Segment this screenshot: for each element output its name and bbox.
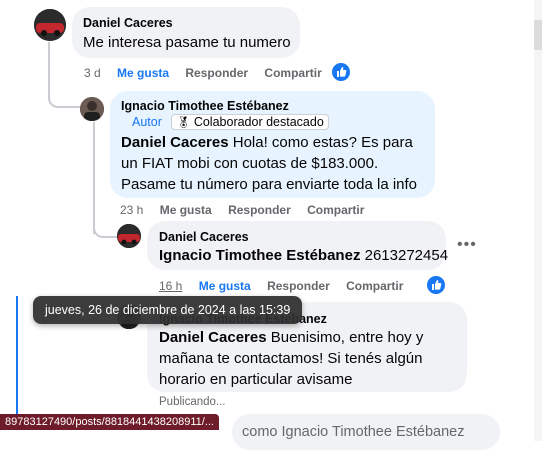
reply-input-placeholder: como Ignacio Timothee Estébanez (242, 424, 465, 440)
comment-mention[interactable]: Daniel Caceres (121, 134, 229, 151)
comment-text: Me interesa pasame tu numero (83, 34, 291, 51)
comment-bubble: Ignacio Timothee Estébanez Autor 🏅︎ Cola… (110, 91, 435, 198)
scrollbar-thumb[interactable] (534, 20, 542, 50)
comment-time[interactable]: 3 d (84, 66, 101, 80)
timestamp-tooltip: jueves, 26 de diciembre de 2024 a las 15… (33, 296, 303, 324)
like-button[interactable]: Me gusta (199, 279, 251, 293)
comment-text: Daniel Caceres Buenisimo, entre hoy y ma… (159, 327, 459, 390)
more-options-icon[interactable]: ••• (457, 236, 477, 254)
comment-time[interactable]: 16 h (159, 279, 182, 293)
share-button[interactable]: Compartir (307, 203, 364, 217)
reply-input[interactable]: como Ignacio Timothee Estébanez (232, 414, 500, 450)
thread-elbow-reply-1 (48, 60, 82, 108)
comment-text: Ignacio Timothee Estébanez 2613272454 (159, 245, 448, 266)
comment-mention[interactable]: Ignacio Timothee Estébanez (159, 247, 360, 264)
top-contributor-badge[interactable]: 🏅︎ Colaborador destacado (171, 114, 329, 130)
comment-actions: 3 d Me gusta Responder Compartir (84, 66, 335, 80)
share-button[interactable]: Compartir (264, 66, 321, 80)
comment-author[interactable]: Daniel Caceres (83, 16, 173, 30)
comment-author[interactable]: Ignacio Timothee Estébanez (121, 99, 289, 113)
comment-bubble: Daniel Caceres Ignacio Timothee Estébane… (147, 221, 448, 270)
like-reaction-icon[interactable] (427, 276, 445, 294)
author-badges: Autor 🏅︎ Colaborador destacado (132, 114, 329, 130)
like-button[interactable]: Me gusta (160, 203, 212, 217)
status-bar-url: 89783127490/posts/8818441438208911/... (0, 414, 219, 430)
comment-text: Daniel Caceres Hola! como estas? Es para… (121, 132, 426, 195)
avatar-daniel[interactable] (117, 224, 141, 248)
avatar-ignacio[interactable] (80, 97, 104, 121)
top-contributor-label: Colaborador destacado (193, 115, 324, 129)
scrollbar[interactable] (534, 0, 542, 441)
author-badge[interactable]: Autor (132, 115, 162, 129)
like-reaction-icon[interactable] (332, 63, 350, 81)
like-button[interactable]: Me gusta (117, 66, 169, 80)
comment-body: 2613272454 (360, 247, 449, 264)
award-icon: 🏅︎ (176, 117, 191, 129)
thread-elbow-reply-2 (93, 200, 117, 238)
comment-mention[interactable]: Daniel Caceres (159, 329, 267, 346)
comment-actions: 23 h Me gusta Responder Compartir (120, 203, 377, 217)
reply-button[interactable]: Responder (267, 279, 330, 293)
avatar-daniel[interactable] (34, 9, 66, 41)
comment-author[interactable]: Daniel Caceres (159, 230, 249, 244)
reply-button[interactable]: Responder (228, 203, 291, 217)
publishing-status: Publicando... (159, 396, 226, 408)
share-button[interactable]: Compartir (346, 279, 403, 293)
reply-button[interactable]: Responder (185, 66, 248, 80)
focus-marker (16, 296, 18, 414)
comment-bubble: Daniel Caceres Me interesa pasame tu num… (72, 7, 300, 58)
comment-actions: 16 h Me gusta Responder Compartir (159, 279, 416, 293)
comment-time[interactable]: 23 h (120, 203, 143, 217)
